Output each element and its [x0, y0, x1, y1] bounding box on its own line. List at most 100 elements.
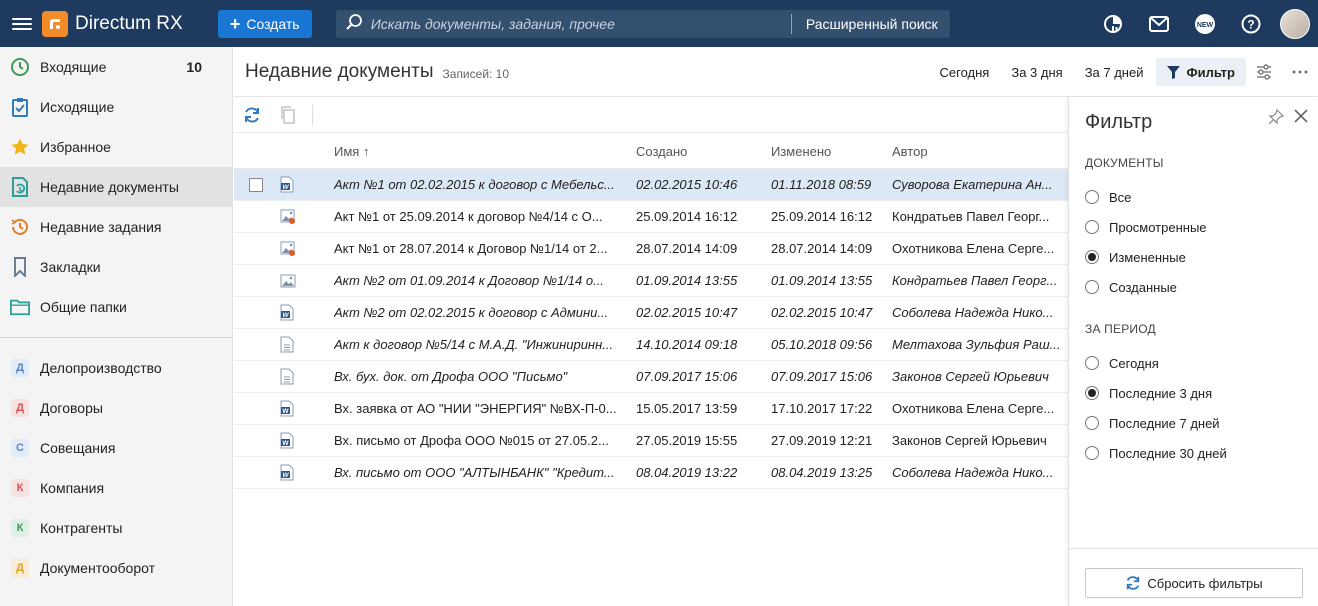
records-count: Записей: 10 — [442, 66, 510, 81]
documents-filter-radio[interactable]: Все — [1085, 182, 1318, 212]
radio-button[interactable] — [1085, 250, 1099, 264]
recent-doc-icon — [10, 177, 30, 197]
documents-filter-radio[interactable]: Созданные — [1085, 272, 1318, 302]
reset-filters-button[interactable]: Сбросить фильтры — [1085, 568, 1303, 598]
sidebar-divider — [0, 337, 232, 338]
sidebar-module-item[interactable]: Д Делопроизводство — [0, 348, 232, 388]
sidebar-item-recent-tasks[interactable]: Недавние задания — [0, 207, 232, 247]
cell-created: 25.09.2014 16:12 — [636, 209, 738, 224]
sidebar-module-item[interactable]: С Совещания — [0, 428, 232, 468]
radio-button[interactable] — [1085, 386, 1099, 400]
table-row[interactable]: Акт №1 от 25.09.2014 к договор №4/14 с О… — [234, 201, 1068, 233]
period-filter-radio[interactable]: Сегодня — [1085, 348, 1318, 378]
sidebar-module-item[interactable]: К Компания — [0, 468, 232, 508]
plus-icon: + — [229, 13, 241, 34]
sidebar-item-label: Недавние задания — [40, 219, 162, 235]
cell-author: Законов Сергей Юрьевич — [892, 369, 1049, 384]
help-icon[interactable]: ? — [1228, 0, 1274, 47]
logo-icon — [42, 10, 68, 37]
sidebar-item-bookmarks[interactable]: Закладки — [0, 247, 232, 287]
pin-icon[interactable] — [1268, 108, 1285, 128]
cell-created: 14.10.2014 09:18 — [636, 337, 738, 352]
image-document-icon — [278, 241, 334, 257]
table-row[interactable]: W Вх. заявка от АО "НИИ "ЭНЕРГИЯ" №ВХ-П-… — [234, 393, 1068, 425]
radio-button[interactable] — [1085, 190, 1099, 204]
period-today-button[interactable]: Сегодня — [929, 58, 1001, 86]
radio-button[interactable] — [1085, 280, 1099, 294]
cell-modified: 05.10.2018 09:56 — [771, 337, 873, 352]
table-row[interactable]: W Вх. письмо от Дрофа ООО №015 от 27.05.… — [234, 425, 1068, 457]
cell-modified: 01.09.2014 13:55 — [771, 273, 873, 288]
menu-icon[interactable] — [12, 17, 32, 30]
cell-author: Кондратьев Павел Георг... — [892, 209, 1050, 224]
table-row[interactable]: W Вх. письмо от ООО "АЛТЫНБАНК" "Кредит.… — [234, 457, 1068, 489]
svg-text:NEW: NEW — [1197, 22, 1214, 29]
word-document-icon: W — [278, 176, 334, 193]
radio-button[interactable] — [1085, 446, 1099, 460]
sidebar-item-label: Договоры — [40, 400, 103, 416]
create-button[interactable]: + Создать — [217, 9, 312, 38]
cell-created: 27.05.2019 15:55 — [636, 433, 738, 448]
radio-button[interactable] — [1085, 356, 1099, 370]
search-input[interactable] — [370, 15, 791, 32]
column-header-name[interactable]: Имя ↑ — [334, 144, 636, 159]
sidebar-item-outbox[interactable]: Исходящие — [0, 87, 232, 127]
search-icon[interactable] — [345, 13, 363, 34]
app-logo[interactable]: Directum RX — [42, 10, 183, 37]
sidebar-module-item[interactable]: Д Договоры — [0, 388, 232, 428]
module-letter-icon: К — [10, 518, 30, 538]
table-row[interactable]: Вх. бух. док. от Дрофа ООО "Письмо" 07.0… — [234, 361, 1068, 393]
table-header: Имя ↑ Создано Изменено Автор — [234, 134, 1068, 169]
radio-button[interactable] — [1085, 220, 1099, 234]
table-row[interactable]: Акт №1 от 28.07.2014 к Договор №1/14 от … — [234, 233, 1068, 265]
dashboard-icon[interactable] — [1090, 0, 1136, 47]
cell-modified: 01.11.2018 08:59 — [771, 177, 872, 192]
image-document-icon — [278, 274, 334, 288]
text-document-icon — [278, 336, 334, 353]
documents-filter-radio[interactable]: Измененные — [1085, 242, 1318, 272]
create-button-label: Создать — [246, 15, 300, 32]
cell-modified: 02.02.2015 10:47 — [771, 305, 873, 320]
word-document-icon: W — [278, 432, 334, 449]
row-checkbox[interactable] — [249, 177, 263, 192]
table-row[interactable]: W Акт №1 от 02.02.2015 к договор с Мебел… — [234, 169, 1068, 201]
table-row[interactable]: Акт №2 от 01.09.2014 к Договор №1/14 о..… — [234, 265, 1068, 297]
more-options-icon[interactable] — [1282, 58, 1318, 86]
radio-label: Последние 3 дня — [1109, 385, 1213, 401]
advanced-search-button[interactable]: Расширенный поиск — [792, 16, 950, 32]
new-features-icon[interactable]: NEW — [1182, 0, 1228, 47]
sidebar-item-inbox[interactable]: Входящие 10 — [0, 47, 232, 87]
app-name: Directum RX — [75, 12, 183, 34]
settings-sliders-icon[interactable] — [1246, 58, 1282, 86]
sidebar-item-shared-folders[interactable]: Общие папки — [0, 287, 232, 327]
period-filter-radio[interactable]: Последние 30 дней — [1085, 438, 1318, 468]
sidebar-item-label: Компания — [40, 480, 105, 496]
cell-name: Акт №1 от 28.07.2014 к Договор №1/14 от … — [334, 241, 608, 256]
sidebar-item-favorites[interactable]: Избранное — [0, 127, 232, 167]
period-filter-radio[interactable]: Последние 3 дня — [1085, 378, 1318, 408]
sidebar-item-recent-documents[interactable]: Недавние документы — [0, 167, 232, 207]
svg-text:W: W — [282, 472, 289, 479]
avatar[interactable] — [1280, 8, 1310, 39]
sidebar-module-item[interactable]: К Контрагенты — [0, 508, 232, 548]
radio-button[interactable] — [1085, 416, 1099, 430]
sidebar-item-label: Делопроизводство — [40, 360, 162, 376]
refresh-icon — [1127, 576, 1140, 590]
close-icon[interactable] — [1294, 109, 1308, 128]
sidebar-item-label: Общие папки — [40, 299, 127, 315]
table-row[interactable]: Акт к договор №5/14 с М.А.Д. "Инжиниринн… — [234, 329, 1068, 361]
svg-text:W: W — [282, 312, 289, 319]
filter-button[interactable]: Фильтр — [1156, 58, 1246, 86]
table-row[interactable]: W Акт №2 от 02.02.2015 к договор с Админ… — [234, 297, 1068, 329]
column-header-created[interactable]: Создано — [636, 144, 771, 159]
mail-icon[interactable] — [1136, 0, 1182, 47]
copy-icon[interactable] — [270, 97, 306, 133]
period-7-days-button[interactable]: За 7 дней — [1074, 58, 1155, 86]
period-filter-radio[interactable]: Последние 7 дней — [1085, 408, 1318, 438]
documents-filter-radio[interactable]: Просмотренные — [1085, 212, 1318, 242]
column-header-author[interactable]: Автор — [892, 144, 1068, 159]
period-3-days-button[interactable]: За 3 дня — [1000, 58, 1073, 86]
sidebar-module-item[interactable]: Д Документооборот — [0, 548, 232, 588]
refresh-icon[interactable] — [234, 97, 270, 133]
column-header-modified[interactable]: Изменено — [771, 144, 892, 159]
